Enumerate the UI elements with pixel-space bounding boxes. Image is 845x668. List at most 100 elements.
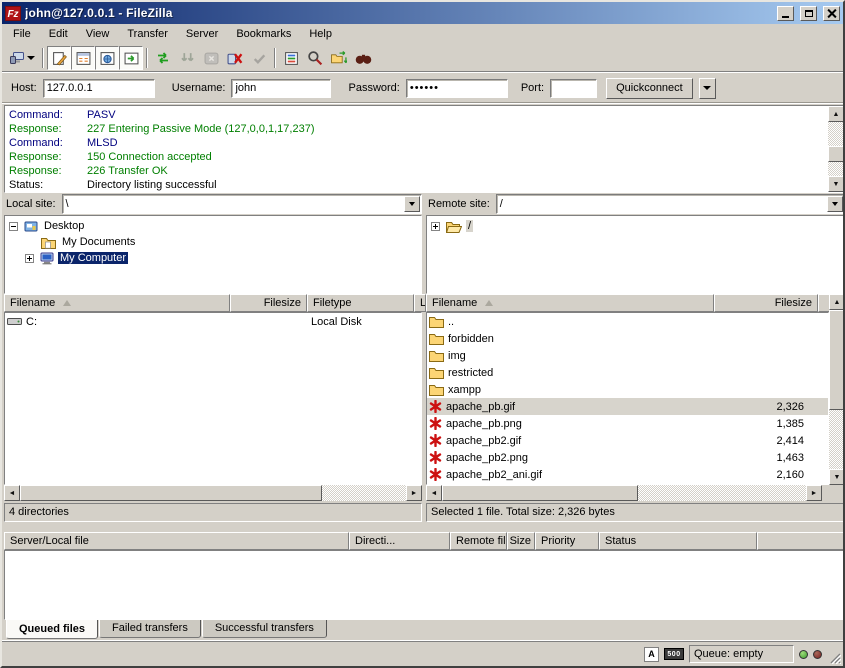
password-input[interactable]: [406, 79, 508, 98]
file-row[interactable]: apache_pb2_ani.gif 2,160: [427, 466, 828, 483]
username-input[interactable]: [231, 79, 331, 98]
menu-file[interactable]: File: [4, 26, 40, 43]
dropdown-arrow-icon: [703, 86, 711, 90]
tab-successful-transfers[interactable]: Successful transfers: [202, 620, 327, 638]
column-server-local-file[interactable]: Server/Local file: [4, 532, 349, 550]
expand-icon[interactable]: [431, 222, 440, 231]
local-site-dropdown-button[interactable]: [404, 196, 420, 212]
remote-site-combo[interactable]: /: [496, 194, 845, 214]
refresh-button[interactable]: [151, 46, 175, 70]
column-last-modified[interactable]: L: [414, 294, 426, 312]
local-pane: Local site: \ Desktop My Documents My Co…: [4, 193, 422, 530]
column-filename[interactable]: Filename: [426, 294, 714, 312]
column-filetype[interactable]: Filetype: [307, 294, 414, 312]
reconnect-icon: [252, 51, 267, 66]
remote-site-value: /: [500, 198, 503, 210]
find-files-button[interactable]: [351, 46, 375, 70]
scroll-down-icon[interactable]: ▼: [828, 176, 844, 192]
quickconnect-dropdown-button[interactable]: [699, 78, 716, 99]
scroll-right-icon[interactable]: ►: [406, 485, 422, 501]
log-line: Command:MLSD: [9, 136, 827, 150]
tab-queued-files[interactable]: Queued files: [6, 620, 98, 639]
site-manager-button[interactable]: [5, 46, 39, 70]
toggle-local-tree-button[interactable]: [71, 46, 95, 70]
file-row[interactable]: restricted: [427, 364, 828, 381]
queue-view-icon: [124, 51, 139, 66]
log-scrollbar[interactable]: ▲ ▼: [828, 106, 844, 192]
file-row[interactable]: img: [427, 347, 828, 364]
transfer-type-icon[interactable]: A: [644, 647, 659, 662]
quickconnect-button[interactable]: Quickconnect: [606, 78, 693, 99]
disconnect-button[interactable]: [223, 46, 247, 70]
menu-server[interactable]: Server: [177, 26, 227, 43]
remote-site-dropdown-button[interactable]: [827, 196, 843, 212]
file-row[interactable]: forbidden: [427, 330, 828, 347]
cancel-operation-button[interactable]: [199, 46, 223, 70]
synchronized-browsing-button[interactable]: [327, 46, 351, 70]
column-spacer: [757, 532, 845, 550]
column-filename[interactable]: Filename: [4, 294, 230, 312]
toggle-message-log-button[interactable]: [47, 46, 71, 70]
local-site-row: Local site: \: [4, 193, 422, 215]
toggle-queue-button[interactable]: [119, 46, 143, 70]
file-row[interactable]: ..: [427, 313, 828, 330]
directory-comparison-button[interactable]: [303, 46, 327, 70]
scroll-up-icon[interactable]: ▲: [828, 106, 844, 122]
toggle-remote-tree-button[interactable]: [95, 46, 119, 70]
scroll-thumb[interactable]: [828, 146, 844, 162]
scroll-down-icon[interactable]: ▼: [829, 469, 845, 485]
folder-icon: [429, 349, 444, 362]
tab-failed-transfers[interactable]: Failed transfers: [99, 620, 201, 638]
maximize-button[interactable]: [800, 6, 817, 21]
resize-grip[interactable]: [827, 650, 841, 664]
scroll-thumb[interactable]: [829, 310, 845, 410]
column-status[interactable]: Status: [599, 532, 757, 550]
column-filesize[interactable]: Filesize: [714, 294, 818, 312]
file-row[interactable]: apache_pb2.gif 2,414: [427, 432, 828, 449]
menu-help[interactable]: Help: [300, 26, 341, 43]
scroll-right-icon[interactable]: ►: [806, 485, 822, 501]
local-hscrollbar[interactable]: ◄ ►: [4, 485, 422, 501]
column-remote-file[interactable]: Remote file: [450, 532, 507, 550]
file-row[interactable]: apache_pb.png 1,385: [427, 415, 828, 432]
file-row[interactable]: apache_pb2.png 1,463: [427, 449, 828, 466]
file-row[interactable]: xampp: [427, 381, 828, 398]
column-size[interactable]: Size: [507, 532, 535, 550]
menu-bookmarks[interactable]: Bookmarks: [227, 26, 300, 43]
file-row[interactable]: C: Local Disk: [5, 313, 421, 330]
site-manager-dropdown-icon: [27, 56, 35, 60]
collapse-icon[interactable]: [9, 222, 18, 231]
process-queue-button[interactable]: [175, 46, 199, 70]
port-input[interactable]: [550, 79, 597, 98]
scroll-left-icon[interactable]: ◄: [4, 485, 20, 501]
column-direction[interactable]: Directi...: [349, 532, 450, 550]
dropdown-arrow-icon: [832, 202, 838, 206]
scroll-left-icon[interactable]: ◄: [426, 485, 442, 501]
column-priority[interactable]: Priority: [535, 532, 599, 550]
speed-limit-icon[interactable]: 500: [664, 648, 684, 660]
tree-item-my-documents[interactable]: My Documents: [5, 234, 421, 250]
reconnect-button[interactable]: [247, 46, 271, 70]
menu-transfer[interactable]: Transfer: [118, 26, 177, 43]
expand-icon[interactable]: [25, 254, 34, 263]
tree-item-my-computer[interactable]: My Computer: [5, 250, 421, 266]
remote-vscrollbar[interactable]: ▲ ▼: [829, 294, 845, 485]
titlebar[interactable]: Fz john@127.0.0.1 - FileZilla: [2, 2, 843, 24]
scroll-thumb[interactable]: [20, 485, 322, 501]
sync-browsing-icon: [331, 51, 347, 66]
column-filesize[interactable]: Filesize: [230, 294, 307, 312]
minimize-button[interactable]: [777, 6, 794, 21]
scroll-thumb[interactable]: [442, 485, 638, 501]
local-site-combo[interactable]: \: [62, 194, 422, 214]
remote-hscrollbar[interactable]: ◄ ►: [426, 485, 822, 501]
filter-button[interactable]: [279, 46, 303, 70]
scroll-up-icon[interactable]: ▲: [829, 294, 845, 310]
menu-view[interactable]: View: [77, 26, 119, 43]
close-button[interactable]: [823, 6, 840, 21]
host-input[interactable]: [43, 79, 155, 98]
log-line: Status:Directory listing successful: [9, 178, 827, 192]
file-row-selected[interactable]: apache_pb.gif 2,326: [427, 398, 828, 415]
tree-item-root[interactable]: /: [427, 218, 844, 234]
menu-edit[interactable]: Edit: [40, 26, 77, 43]
tree-item-desktop[interactable]: Desktop: [5, 218, 421, 234]
